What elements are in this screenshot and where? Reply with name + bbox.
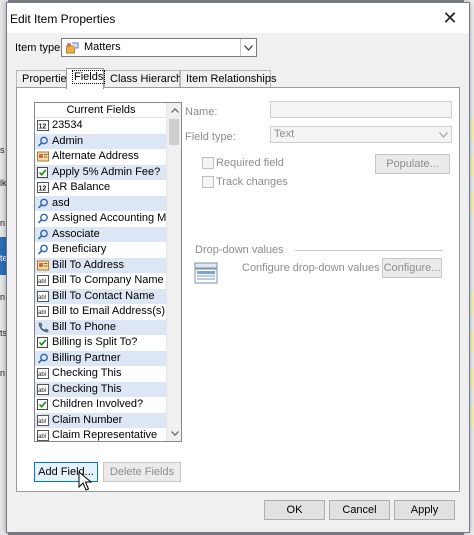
field-type-label: Field type:: [185, 131, 236, 143]
mouse-pointer-icon: [78, 471, 92, 491]
configure-dropdown-label: Configure drop-down values: [242, 262, 380, 274]
list-item[interactable]: Assigned Accounting Mem: [35, 211, 167, 227]
close-button[interactable]: ✕: [439, 7, 461, 29]
svg-text:abl: abl: [38, 372, 46, 378]
required-field-checkbox[interactable]: [202, 157, 214, 169]
list-item-label: Checking This: [52, 382, 122, 395]
list-item-label: Children Involved?: [52, 398, 144, 410]
list-item-label: Bill To Address: [52, 258, 124, 271]
svg-text:abl: abl: [38, 310, 46, 316]
matters-icon: [66, 42, 79, 54]
list-item[interactable]: Bill To Phone: [35, 319, 167, 335]
list-item-label: Claim Representative: [52, 429, 158, 441]
list-item[interactable]: abl Bill to Email Address(s): [35, 304, 167, 320]
field-type-value: Text: [274, 128, 295, 140]
background-fragment: n: [0, 292, 6, 302]
background-fragment: n: [0, 368, 6, 378]
list-item[interactable]: 12 AR Balance: [35, 180, 167, 196]
tab-properties[interactable]: Properties: [16, 70, 72, 88]
title-bar: Edit Item Properties ✕: [7, 3, 469, 33]
list-item-label: Apply 5% Admin Fee?: [52, 165, 161, 178]
list-header: Current Fields: [35, 103, 167, 118]
list-item[interactable]: abl Checking This: [35, 381, 167, 397]
field-type-select[interactable]: Text: [270, 126, 452, 143]
list-item[interactable]: 12 23534: [35, 118, 167, 134]
list-item-label: Assigned Accounting Mem: [52, 212, 167, 224]
fields-tab-panel: Current Fields 12 23534 Admin Alternate Add…: [16, 87, 460, 492]
list-item[interactable]: abl Bill To Company Name: [35, 273, 167, 289]
tab-fields[interactable]: Fields: [66, 68, 106, 89]
list-item[interactable]: Bill To Address: [35, 257, 167, 273]
scroll-up-icon[interactable]: [167, 103, 181, 118]
ok-button[interactable]: OK: [264, 500, 325, 520]
list-item-label: 23534: [52, 119, 83, 131]
list-item-label: Admin: [52, 134, 84, 147]
list-item-label: Alternate Address: [52, 150, 139, 162]
list-item[interactable]: Apply 5% Admin Fee?: [35, 164, 167, 180]
dropdown-list-icon: [194, 262, 218, 284]
tab-class-hierarchy[interactable]: Class Hierarchy: [104, 70, 188, 88]
vertical-scrollbar[interactable]: [166, 103, 181, 441]
dropdown-values-heading: Drop-down values: [195, 244, 284, 256]
list-item[interactable]: abl Checking This: [35, 366, 167, 382]
svg-text:abl: abl: [38, 295, 46, 301]
list-item-label: asd: [52, 196, 70, 209]
list-item-label: Billing Partner: [52, 351, 121, 364]
list-item-label: Claim Number: [52, 413, 123, 426]
configure-button[interactable]: Configure...: [382, 258, 442, 278]
field-list-items: 12 23534 Admin Alternate Address Apply 5% Ad…: [35, 118, 167, 441]
svg-text:abl: abl: [38, 388, 46, 394]
list-item[interactable]: abl Bill To Contact Name: [35, 288, 167, 304]
background-fragment: s: [0, 145, 5, 155]
svg-text:abl: abl: [38, 434, 46, 440]
populate-button[interactable]: Populate...: [375, 154, 450, 174]
svg-text:abl: abl: [38, 419, 46, 425]
svg-text:12: 12: [39, 185, 47, 192]
chevron-down-icon[interactable]: [436, 127, 451, 142]
track-changes-label: Track changes: [216, 176, 288, 188]
list-item-label: Billing is Split To?: [52, 336, 138, 348]
edit-item-properties-dialog: Edit Item Properties ✕ Item type: Matter…: [6, 2, 470, 533]
svg-text:12: 12: [39, 123, 47, 130]
list-item[interactable]: abl Claim Representative: [35, 428, 167, 441]
scroll-thumb[interactable]: [169, 119, 179, 145]
scroll-down-icon[interactable]: [167, 426, 181, 441]
current-fields-list[interactable]: Current Fields 12 23534 Admin Alternate Add…: [34, 102, 182, 442]
item-type-label: Item type:: [15, 42, 64, 54]
list-item[interactable]: abl Claim Number: [35, 412, 167, 428]
list-item[interactable]: Children Involved?: [35, 397, 167, 413]
svg-text:abl: abl: [38, 279, 46, 285]
item-type-value: Matters: [84, 41, 121, 53]
name-field[interactable]: [270, 101, 452, 118]
tab-item-relationships[interactable]: Item Relationships: [180, 70, 277, 88]
required-field-label: Required field: [216, 157, 284, 169]
list-item[interactable]: Associate: [35, 226, 167, 242]
list-item-label: Associate: [52, 227, 100, 240]
list-item-label: Beneficiary: [52, 243, 107, 255]
list-item[interactable]: Billing Partner: [35, 350, 167, 366]
chevron-down-icon[interactable]: [240, 39, 256, 56]
window-title: Edit Item Properties: [10, 12, 116, 26]
background-fragment: n: [0, 218, 6, 228]
list-item[interactable]: Admin: [35, 133, 167, 149]
list-item-label: Bill to Email Address(s): [52, 305, 166, 317]
list-item[interactable]: Billing is Split To?: [35, 335, 167, 351]
name-label: Name:: [185, 106, 218, 118]
section-divider: [295, 250, 443, 251]
list-item-label: Bill To Company Name: [52, 274, 164, 286]
track-changes-checkbox[interactable]: [202, 176, 214, 188]
delete-fields-button[interactable]: Delete Fields: [103, 462, 181, 482]
apply-button[interactable]: Apply: [394, 500, 455, 520]
list-item-label: Bill To Phone: [52, 320, 117, 333]
list-item-label: Bill To Contact Name: [52, 289, 155, 302]
list-item[interactable]: asd: [35, 195, 167, 211]
cancel-button[interactable]: Cancel: [329, 500, 390, 520]
list-item-label: AR Balance: [52, 181, 111, 193]
list-item[interactable]: Alternate Address: [35, 149, 167, 165]
item-type-select[interactable]: Matters: [61, 38, 257, 57]
list-item[interactable]: Beneficiary: [35, 242, 167, 258]
list-item-label: Checking This: [52, 367, 122, 379]
